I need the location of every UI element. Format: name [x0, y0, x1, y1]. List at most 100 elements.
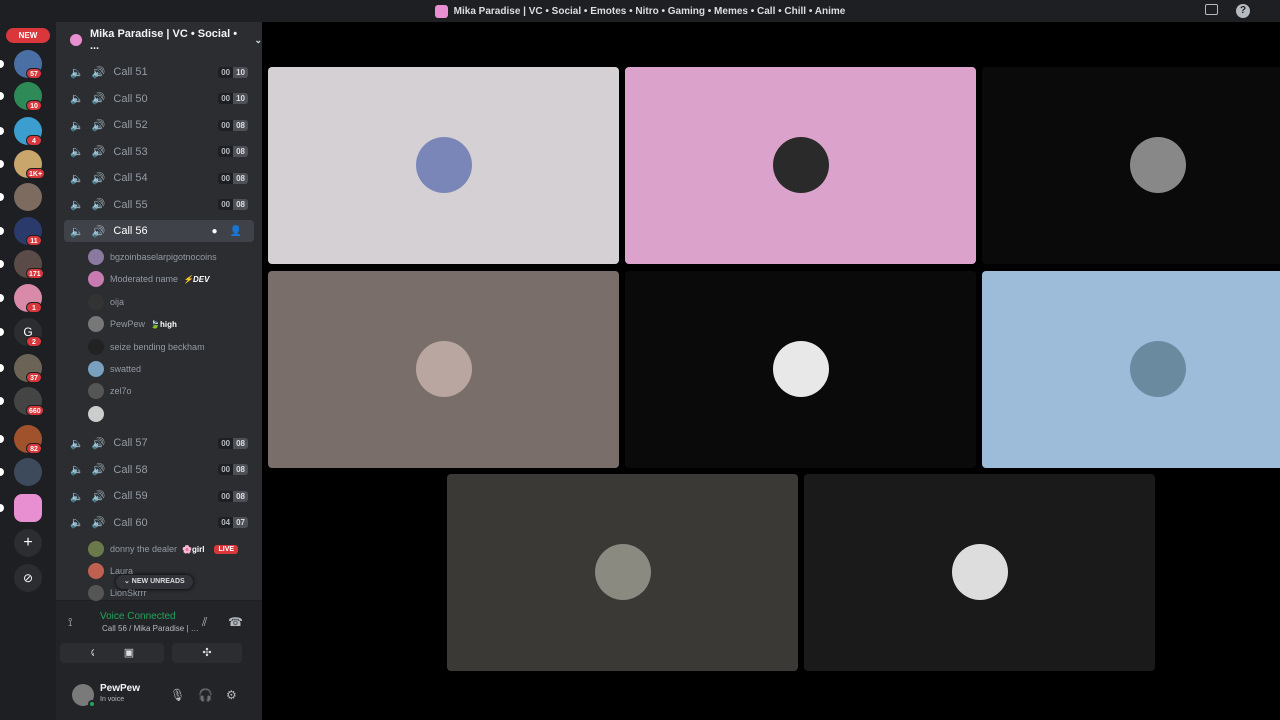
voice-status[interactable]: Voice Connected: [100, 611, 176, 622]
server-header[interactable]: Mika Paradise | VC • Social • ... ⌄: [56, 22, 262, 58]
explore-icon[interactable]: ⊘: [14, 564, 42, 592]
voice-user[interactable]: LionSkrrr: [88, 583, 147, 603]
mention-badge: 660: [26, 405, 44, 416]
voice-user[interactable]: zel7o: [88, 381, 132, 401]
avatar: [88, 316, 104, 333]
voice-channel[interactable]: 🔈 🔊 Call 50 00 10: [64, 88, 254, 110]
voice-user[interactable]: [88, 404, 110, 424]
server-icon: [70, 34, 82, 46]
voice-channel[interactable]: 🔈 🔊 Call 60 04 07: [64, 512, 254, 534]
channel-name: Call 59: [113, 490, 148, 502]
voice-channel-icon: 🔊: [91, 172, 106, 185]
chat-icon[interactable]: ●: [212, 226, 224, 237]
server-icon[interactable]: [14, 458, 42, 486]
voice-channel[interactable]: 🔈 🔊 Call 56 ● 👤: [64, 220, 254, 242]
speaker-icon: 🔈: [70, 199, 84, 211]
voice-user-name: Moderated name: [110, 274, 179, 285]
user-count-current: 00: [218, 464, 234, 475]
server-list: NEW 57 10 4 1K+ 11 171 1 G 2 37 660 82 + ⊘: [0, 22, 56, 720]
voice-user-name: bgzoinbaselarpigotnocoins: [110, 252, 217, 262]
server-icon[interactable]: [14, 494, 42, 522]
avatar: [88, 563, 104, 579]
user-count-current: 00: [218, 437, 234, 449]
video-tile[interactable]: [447, 474, 798, 671]
video-tile[interactable]: [625, 271, 976, 468]
user-count-limit: 08: [233, 490, 248, 502]
mention-badge: 2: [26, 336, 42, 347]
status-indicator: [88, 700, 96, 708]
avatar: [88, 405, 104, 422]
voice-user-name: donny the dealer: [110, 544, 178, 554]
mention-badge: 1: [26, 302, 42, 313]
add-server-icon[interactable]: +: [14, 529, 42, 557]
avatar: [773, 137, 829, 193]
video-tile[interactable]: [982, 271, 1280, 468]
video-tile[interactable]: [804, 474, 1155, 671]
server-icon[interactable]: [14, 183, 42, 211]
disconnect-icon[interactable]: ☎: [228, 615, 243, 629]
headphones-icon[interactable]: 🎧: [198, 688, 213, 702]
mention-badge: 57: [26, 68, 42, 79]
chevron-down-icon: ⌄: [254, 34, 262, 45]
microphone-icon[interactable]: 🎙: [170, 688, 185, 702]
noise-suppression-icon[interactable]: ⫽: [202, 615, 207, 630]
video-tile[interactable]: [625, 67, 976, 264]
voice-user[interactable]: seize bending beckham: [88, 337, 205, 357]
avatar: [88, 249, 104, 265]
speaker-icon: 🔈: [70, 437, 84, 450]
voice-user-name: swatted: [110, 364, 142, 374]
voice-channel-icon: 🔊: [91, 93, 106, 105]
video-tile[interactable]: [268, 67, 619, 264]
new-badge[interactable]: NEW: [6, 28, 50, 43]
voice-channel[interactable]: 🔈 🔊 Call 57 00 08: [64, 432, 254, 454]
username[interactable]: PewPew: [100, 683, 140, 694]
voice-channel[interactable]: 🔈 🔊 Call 52 00 08: [64, 114, 254, 136]
voice-channel[interactable]: 🔈 🔊 Call 55 00 08: [64, 194, 254, 216]
voice-channel-icon: 🔊: [91, 437, 106, 450]
user-count-limit: 08: [233, 146, 248, 157]
voice-user[interactable]: Laura: [88, 561, 133, 581]
voice-user[interactable]: bgzoinbaselarpigotnocoins: [88, 247, 217, 267]
user-count-current: 00: [218, 490, 234, 502]
voice-channel-icon: 🔊: [91, 225, 106, 238]
voice-channel[interactable]: 🔈 🔊 Call 53 00 08: [64, 141, 254, 163]
user-count-current: 00: [218, 199, 234, 210]
speaker-icon: 🔈: [70, 93, 84, 105]
activities-button[interactable]: ✣: [172, 643, 242, 663]
voice-channel[interactable]: 🔈 🔊 Call 59 00 08: [64, 485, 254, 507]
voice-channel[interactable]: 🔈 🔊 Call 51 00 10: [64, 61, 254, 83]
voice-user[interactable]: PewPew 🍃high: [88, 314, 177, 334]
video-tile[interactable]: [982, 67, 1280, 264]
avatar: [88, 541, 104, 557]
invite-icon[interactable]: 👤: [230, 226, 248, 237]
voice-user[interactable]: oija: [88, 292, 124, 312]
voice-channel-icon: 🔊: [91, 464, 106, 476]
voice-user[interactable]: swatted: [88, 359, 141, 379]
voice-user[interactable]: donny the dealer 🌸girl LIVE: [88, 539, 239, 559]
voice-user[interactable]: Moderated name ⚡DEV: [88, 269, 209, 289]
voice-channel[interactable]: 🔈 🔊 Call 54 00 08: [64, 167, 254, 189]
user-count: 00 10: [218, 66, 248, 78]
avatar: [595, 544, 651, 600]
unread-indicator: [0, 504, 4, 512]
user-count-current: 00: [218, 146, 234, 157]
channel-name: Call 54: [113, 172, 148, 184]
help-icon[interactable]: ?: [1236, 4, 1250, 18]
inbox-icon[interactable]: [1205, 4, 1218, 15]
user-panel: PewPew In voice 🎙 🎧 ⚙: [56, 676, 262, 720]
user-count: 00 08: [218, 146, 248, 157]
speaker-icon: 🔈: [70, 490, 84, 503]
screen-share-button[interactable]: ▣: [94, 643, 164, 663]
unread-indicator: [0, 227, 4, 235]
gear-icon[interactable]: ⚙: [226, 688, 237, 702]
voice-connection-panel: ⟟ Voice Connected Call 56 / Mika Paradis…: [56, 600, 262, 676]
video-grid: [262, 22, 1280, 720]
signal-icon[interactable]: ⟟: [68, 615, 72, 630]
speaker-icon: 🔈: [70, 225, 84, 238]
video-tile[interactable]: [268, 271, 619, 468]
voice-user-name: seize bending beckham: [110, 341, 205, 352]
voice-channel[interactable]: 🔈 🔊 Call 58 00 08: [64, 459, 254, 481]
mention-badge: 11: [26, 235, 42, 246]
user-count-limit: 07: [233, 517, 248, 528]
user-count-current: 00: [218, 93, 234, 104]
